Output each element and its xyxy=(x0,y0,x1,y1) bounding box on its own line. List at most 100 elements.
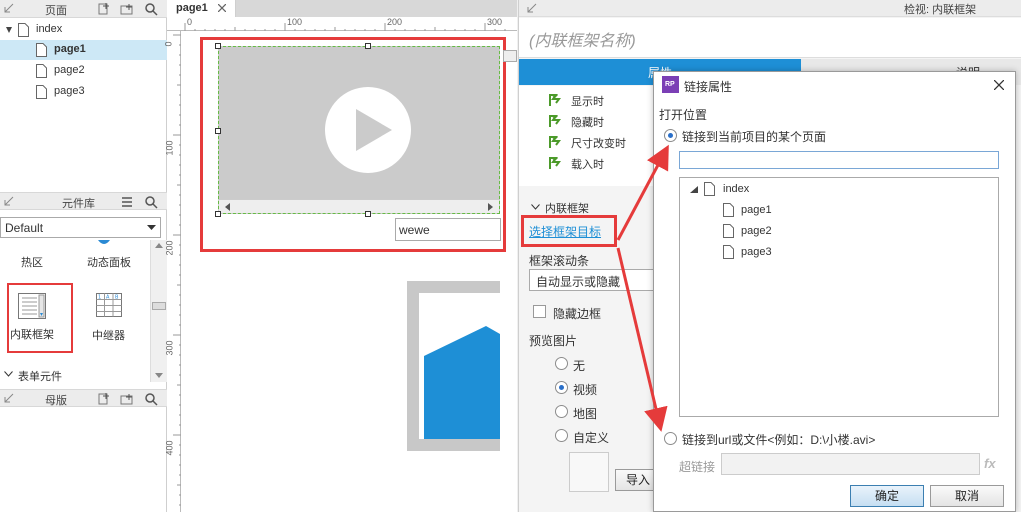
inline-frame-section-header[interactable]: 内联框架 xyxy=(529,199,649,215)
link-to-url-radio[interactable] xyxy=(664,432,677,445)
page-tree-label: page2 xyxy=(54,64,85,76)
library-select[interactable]: Default xyxy=(0,217,161,238)
expand-arrow-icon[interactable] xyxy=(5,27,13,34)
scroll-up-icon[interactable] xyxy=(155,243,163,248)
hyperlink-input[interactable] xyxy=(721,453,980,475)
cancel-button[interactable]: 取消 xyxy=(930,485,1004,507)
event-item[interactable]: 尺寸改变时 xyxy=(549,134,659,152)
svg-text:A: A xyxy=(106,295,110,301)
chevron-down-icon xyxy=(147,225,156,231)
hide-border-label: 隐藏边框 xyxy=(553,307,602,321)
page-tree-item-page3[interactable]: page3 xyxy=(0,82,167,102)
scroll-label: 框架滚动条 xyxy=(529,254,590,268)
scroll-down-icon[interactable] xyxy=(155,373,163,378)
link-to-page-label: 链接到当前项目的某个页面 xyxy=(682,130,827,144)
ruler-tick-label: 0 xyxy=(163,41,174,47)
collapse-icon[interactable] xyxy=(4,3,14,13)
hide-border-checkbox[interactable] xyxy=(533,305,546,318)
close-icon[interactable] xyxy=(218,4,226,12)
image-widget[interactable] xyxy=(407,281,500,451)
add-page-icon[interactable] xyxy=(97,2,111,16)
svg-text:B: B xyxy=(115,295,119,301)
ok-button[interactable]: 确定 xyxy=(850,485,924,507)
section-label: 内联框架 xyxy=(545,203,589,215)
event-flag-icon xyxy=(549,114,563,128)
vertical-ruler: 0 100 200 300 400 xyxy=(163,31,181,512)
page-icon xyxy=(18,23,29,37)
scroll-mode-select[interactable]: 自动显示或隐藏 xyxy=(529,269,654,291)
library-select-value: Default xyxy=(5,221,44,235)
link-to-page-radio[interactable] xyxy=(664,129,677,142)
page-tree-label: index xyxy=(36,23,63,35)
link-properties-dialog: RP 链接属性 打开位置 链接到当前项目的某个页面 index page1 pa… xyxy=(653,71,1016,512)
event-item[interactable]: 显示时 xyxy=(549,92,659,110)
widget-hotspot[interactable]: 热区 xyxy=(21,254,43,270)
add-folder-icon[interactable] xyxy=(120,2,134,16)
pages-panel-title: 页面 xyxy=(45,5,67,17)
preview-radio-none[interactable] xyxy=(555,357,568,370)
page-tree-label: page3 xyxy=(54,85,85,97)
preview-option-label: 无 xyxy=(573,359,586,373)
event-flag-icon xyxy=(549,156,563,170)
event-label: 隐藏时 xyxy=(571,117,604,129)
widget-dynamic-panel[interactable]: 动态面板 xyxy=(87,254,131,270)
form-widgets-section[interactable]: 表单元件 xyxy=(0,366,150,384)
widget-repeater[interactable]: 1AB 中继器 xyxy=(84,292,134,342)
preview-option-label: 地图 xyxy=(573,407,598,421)
page-icon xyxy=(723,203,734,217)
menu-icon[interactable] xyxy=(120,195,134,209)
ruler-tick-label: 400 xyxy=(164,440,175,456)
search-icon[interactable] xyxy=(144,2,158,16)
dialog-title-bar: RP 链接属性 xyxy=(654,72,1015,98)
ruler-tick-label: 200 xyxy=(164,240,175,256)
collapse-icon[interactable] xyxy=(4,393,14,403)
tab-page1[interactable]: page1 xyxy=(167,0,236,17)
preview-radio-map[interactable] xyxy=(555,405,568,418)
widget-name-field[interactable]: (内联框架名称) xyxy=(519,18,1021,58)
page-tree-item-index[interactable]: index xyxy=(0,20,167,40)
event-item[interactable]: 载入时 xyxy=(549,155,659,173)
fx-icon[interactable]: fx xyxy=(984,456,996,471)
page-search-input[interactable] xyxy=(679,151,999,169)
collapse-icon[interactable] xyxy=(527,3,537,13)
dialog-title: 链接属性 xyxy=(684,80,733,94)
hyperlink-label: 超链接 xyxy=(679,460,716,474)
page-tree-item-page1[interactable]: page1 xyxy=(0,40,167,60)
dialog-tree-item-page2[interactable]: page2 xyxy=(680,223,998,241)
tab-label: page1 xyxy=(176,2,208,14)
page-tree: index page1 page2 page3 xyxy=(679,177,999,417)
svg-text:1: 1 xyxy=(98,295,101,301)
scrollbar-thumb[interactable] xyxy=(152,302,166,310)
masters-panel-title: 母版 xyxy=(45,395,67,407)
dialog-tree-item-page3[interactable]: page3 xyxy=(680,244,998,262)
event-item[interactable]: 隐藏时 xyxy=(549,113,659,131)
dialog-tree-item-page1[interactable]: page1 xyxy=(680,202,998,220)
preview-image-label: 预览图片 xyxy=(529,334,578,348)
preview-radio-video[interactable] xyxy=(555,381,568,394)
search-icon[interactable] xyxy=(144,392,158,406)
close-icon[interactable] xyxy=(994,80,1004,90)
page-icon xyxy=(704,182,715,196)
expand-arrow-icon[interactable] xyxy=(690,186,698,193)
image-placeholder xyxy=(419,293,500,439)
open-location-label: 打开位置 xyxy=(659,108,708,122)
masters-panel-header: 母版 xyxy=(0,389,167,407)
canvas-scroll-thumb[interactable] xyxy=(503,50,517,62)
ruler-tick-label: 200 xyxy=(387,17,403,27)
search-icon[interactable] xyxy=(144,195,158,209)
add-master-icon[interactable] xyxy=(97,392,111,406)
collapse-icon[interactable] xyxy=(4,196,14,206)
image-placeholder-icon xyxy=(424,326,500,439)
add-folder-icon[interactable] xyxy=(120,392,134,406)
dialog-tree-item-index[interactable]: index xyxy=(680,181,998,199)
cancel-button-label: 取消 xyxy=(954,489,979,503)
event-label: 显示时 xyxy=(571,96,604,108)
event-label: 尺寸改变时 xyxy=(571,138,626,150)
page-tree-item-page2[interactable]: page2 xyxy=(0,61,167,81)
highlight-inline-frame-widget xyxy=(7,283,73,353)
page-icon xyxy=(723,245,734,259)
tree-label: page1 xyxy=(741,204,772,216)
preview-radio-custom[interactable] xyxy=(555,429,568,442)
left-panel: 页面 index page1 page2 page3 元件库 Default 热… xyxy=(0,0,167,512)
library-scrollbar[interactable] xyxy=(150,240,167,382)
